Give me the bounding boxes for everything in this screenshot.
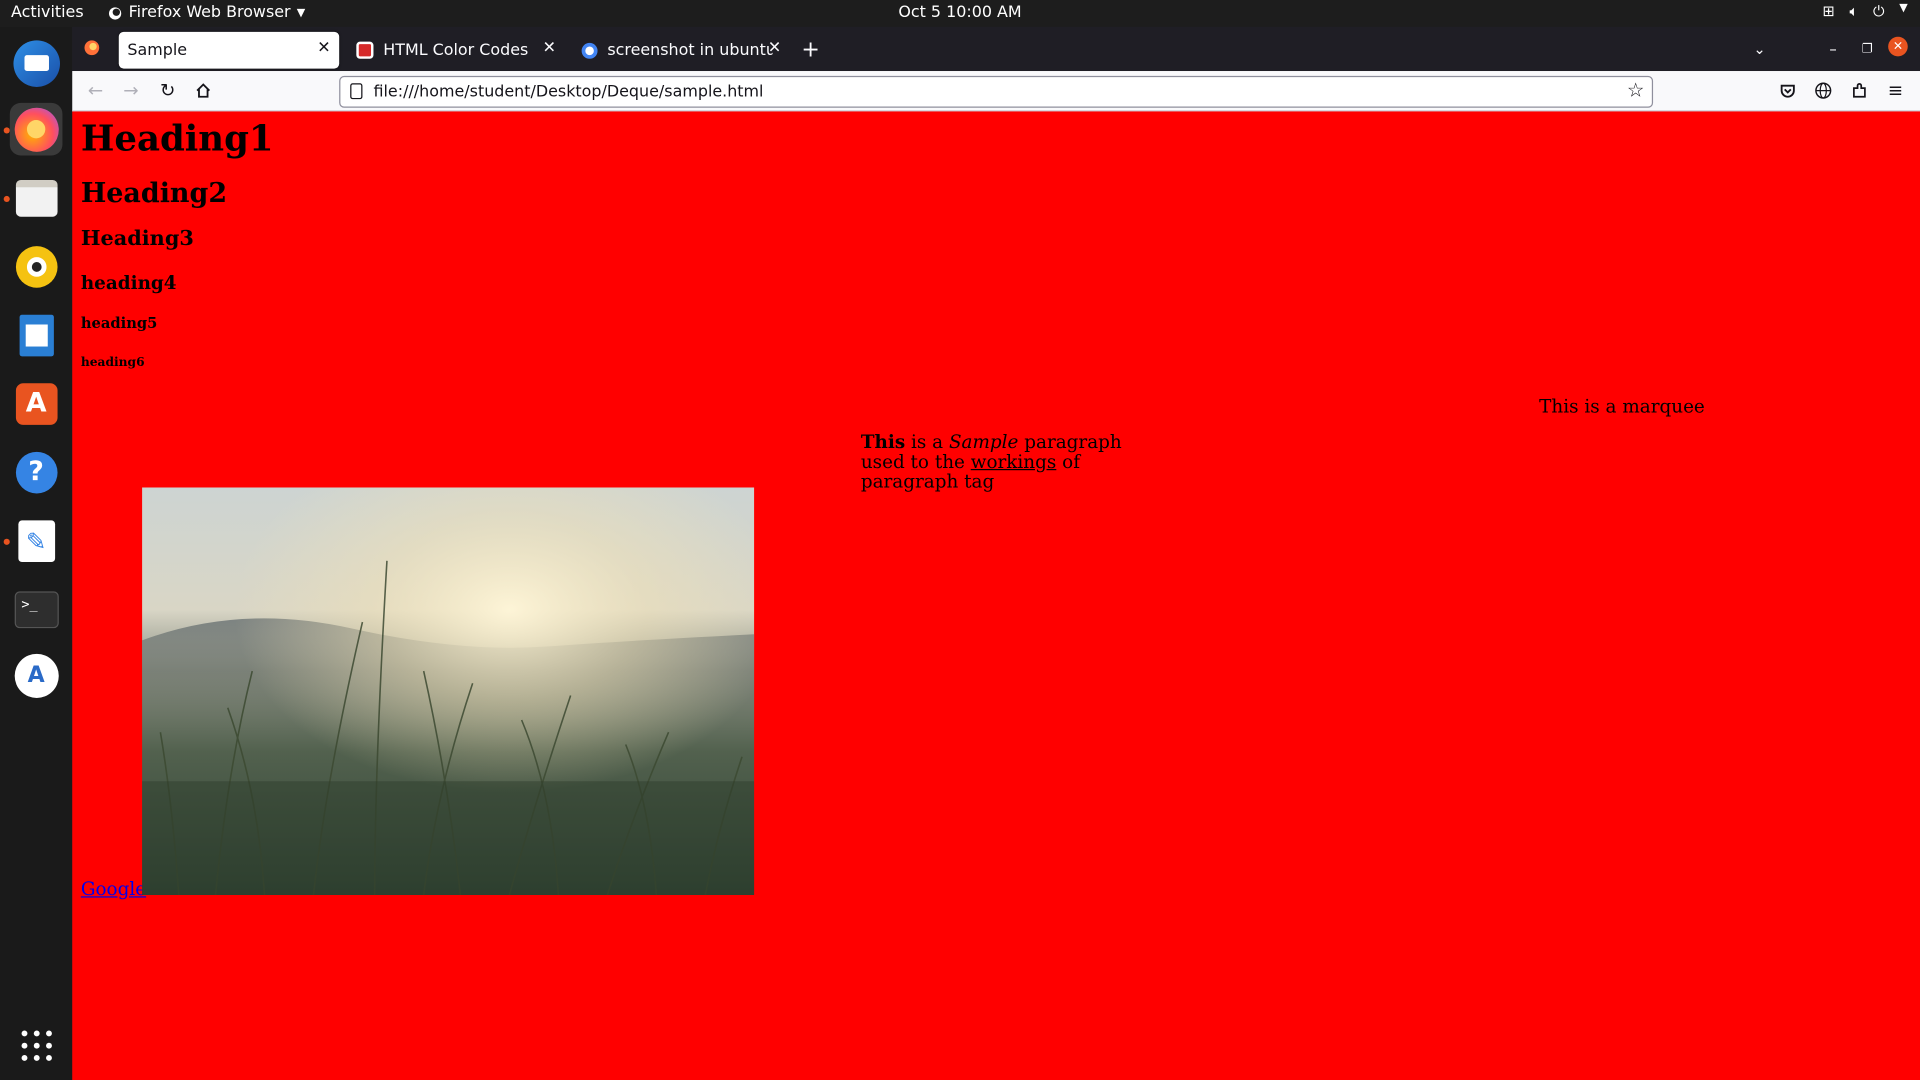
globe-icon xyxy=(1815,82,1832,99)
menu-button[interactable]: ≡ xyxy=(1882,77,1909,104)
volume-icon: 🔈︎ xyxy=(1849,2,1859,20)
html-color-codes-favicon xyxy=(356,41,374,59)
extensions-button[interactable] xyxy=(1847,77,1874,104)
firefox-small-icon xyxy=(108,6,122,19)
close-icon[interactable]: ✕ xyxy=(543,39,556,57)
firefox-view-icon xyxy=(84,40,100,56)
arrow-right-icon: → xyxy=(123,79,139,102)
list-all-tabs-button[interactable]: ⌄ xyxy=(1746,36,1773,63)
app-menu-label: Firefox Web Browser xyxy=(128,3,291,23)
account-button[interactable] xyxy=(1810,77,1837,104)
tab-label: HTML Color Codes xyxy=(383,41,529,60)
pocket-icon xyxy=(1780,84,1795,98)
network-icon: ⊞ xyxy=(1822,2,1835,20)
reload-button[interactable]: ↻ xyxy=(154,77,181,104)
minimize-icon: – xyxy=(1829,40,1837,58)
web-page: Heading1 Heading2 Heading3 heading4 head… xyxy=(72,111,1920,1080)
heading-6: heading6 xyxy=(80,356,145,370)
hamburger-menu-icon: ≡ xyxy=(1887,79,1904,102)
sample-paragraph: This is a Sample paragraph used to the w… xyxy=(861,432,1143,491)
system-top-bar: Activities Firefox Web Browser ▼ Oct 5 1… xyxy=(0,0,1920,27)
help-icon: ? xyxy=(15,451,57,493)
writer-icon xyxy=(18,314,54,356)
heading-1: Heading1 xyxy=(80,117,274,160)
chevron-down-icon: ⌄ xyxy=(1753,40,1766,58)
dock-firefox[interactable] xyxy=(9,102,63,156)
firefox-icon xyxy=(14,107,59,152)
software-icon: A xyxy=(15,382,57,425)
terminal-icon: >_ xyxy=(14,590,59,628)
thunderbird-icon xyxy=(12,39,60,87)
plus-icon: + xyxy=(801,36,820,62)
dock-rhythmbox[interactable] xyxy=(10,240,63,293)
minimize-button[interactable]: – xyxy=(1820,36,1847,63)
power-icon: ⏻ xyxy=(1872,2,1885,20)
grass-field-photo xyxy=(142,487,755,896)
forward-button[interactable]: → xyxy=(118,77,145,104)
dock-app-center[interactable]: A xyxy=(10,377,63,430)
desktop: Activities Firefox Web Browser ▼ Oct 5 1… xyxy=(0,0,1920,1080)
files-icon xyxy=(15,179,57,217)
heading-4: heading4 xyxy=(80,271,177,294)
google-favicon xyxy=(581,42,598,59)
url-text: file:///home/student/Desktop/Deque/sampl… xyxy=(373,83,764,102)
home-icon xyxy=(196,83,211,98)
tab-sample[interactable]: Sample ✕ xyxy=(118,31,340,69)
puzzle-icon xyxy=(1853,83,1866,98)
tab-strip: Sample ✕ HTML Color Codes ✕ screenshot i… xyxy=(72,26,1920,72)
marquee-text: This is a marquee xyxy=(1539,395,1705,418)
android-studio-icon: A xyxy=(14,653,59,698)
tab-google-search[interactable]: screenshot in ubuntu - Go ✕ xyxy=(569,32,789,69)
app-menu[interactable]: Firefox Web Browser ▼ xyxy=(108,4,305,22)
dock-files[interactable] xyxy=(10,171,63,224)
dock-show-apps[interactable] xyxy=(10,1019,63,1072)
dock-text-editor[interactable]: ✎ xyxy=(10,514,63,567)
dock-help[interactable]: ? xyxy=(10,446,63,499)
system-tray[interactable]: ⊞ 🔈︎ ⏻ ▼ xyxy=(1822,2,1907,20)
pocket-button[interactable] xyxy=(1774,77,1801,104)
rhythmbox-icon xyxy=(15,245,57,288)
page-icon xyxy=(350,83,363,100)
text-editor-icon: ✎ xyxy=(17,519,55,562)
home-button[interactable] xyxy=(190,77,217,104)
heading-2: Heading2 xyxy=(80,177,228,210)
photo-image xyxy=(142,487,755,896)
address-bar[interactable]: file:///home/student/Desktop/Deque/sampl… xyxy=(339,75,1654,108)
dock: A ? ✎ >_ A xyxy=(0,26,73,1080)
app-grid-icon xyxy=(20,1029,52,1061)
tab-label: Sample xyxy=(127,41,188,60)
dock-terminal[interactable]: >_ xyxy=(10,583,63,636)
heading-3: Heading3 xyxy=(80,226,194,252)
close-icon[interactable]: ✕ xyxy=(317,39,330,57)
chevron-down-icon: ▼ xyxy=(296,6,306,19)
activities-button[interactable]: Activities xyxy=(11,4,84,22)
tab-html-color-codes[interactable]: HTML Color Codes ✕ xyxy=(344,32,564,69)
maximize-button[interactable]: ❐ xyxy=(1854,36,1881,63)
dock-thunderbird[interactable] xyxy=(10,37,63,90)
chevron-down-icon: ▼ xyxy=(1899,2,1908,15)
close-icon: ✕ xyxy=(1892,39,1904,54)
maximize-icon: ❐ xyxy=(1861,42,1873,56)
heading-5: heading5 xyxy=(80,314,158,332)
dock-libreoffice-writer[interactable] xyxy=(10,309,63,362)
new-tab-button[interactable]: + xyxy=(797,36,824,63)
firefox-view-button[interactable] xyxy=(78,34,105,61)
arrow-left-icon: ← xyxy=(87,79,104,102)
tab-label: screenshot in ubuntu - Go xyxy=(607,41,773,60)
close-window-button[interactable]: ✕ xyxy=(1888,36,1908,57)
bookmark-star-icon[interactable]: ☆ xyxy=(1627,78,1645,101)
navigation-toolbar: ← → ↻ file:///home/student/Desktop/Deque… xyxy=(72,71,1920,112)
dock-android-studio[interactable]: A xyxy=(10,649,63,702)
back-button[interactable]: ← xyxy=(82,77,109,104)
close-icon[interactable]: ✕ xyxy=(768,39,781,57)
google-link[interactable]: Google xyxy=(81,878,146,900)
reload-icon: ↻ xyxy=(160,79,176,102)
